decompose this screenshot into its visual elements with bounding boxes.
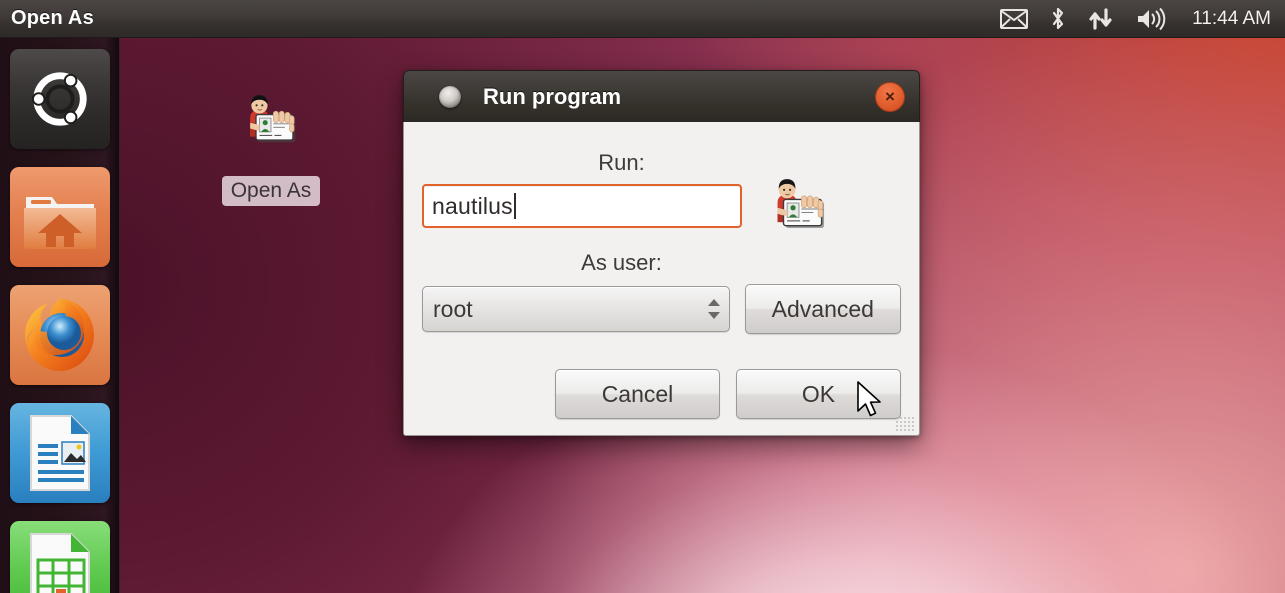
open-as-launcher-icon [777, 179, 825, 229]
mail-icon[interactable] [1000, 8, 1029, 29]
ubuntu-logo-icon [31, 72, 87, 126]
close-icon-glyph: × [885, 87, 895, 106]
libreoffice-writer-icon [29, 415, 90, 491]
dialog-body: Run: nautilus As user: root Advanced Can… [403, 122, 920, 436]
launcher-item-home-folder[interactable] [9, 167, 110, 267]
user-field-label: As user: [581, 250, 662, 275]
user-select-value: root [433, 295, 473, 322]
desktop-icon-label: Open As [221, 176, 321, 207]
launcher-item-dash[interactable] [9, 49, 110, 149]
resize-grip[interactable] [896, 417, 914, 431]
run-field-row: nautilus [422, 179, 901, 234]
launcher-item-firefox[interactable] [9, 285, 110, 385]
launcher-item-libreoffice-writer[interactable] [9, 403, 110, 503]
panel-app-title: Open As [11, 7, 94, 29]
chevron-up-icon[interactable] [707, 299, 720, 306]
top-panel: Open As 11:44 AM [0, 0, 1285, 38]
text-caret [513, 193, 516, 219]
user-field-row: root Advanced [422, 284, 901, 334]
cancel-button[interactable]: Cancel [555, 369, 720, 419]
run-input-value: nautilus [432, 192, 513, 219]
dialog-title: Run program [483, 83, 622, 109]
clock-indicator[interactable]: 11:44 AM [1188, 8, 1271, 30]
desktop-icon-open-as[interactable]: Open As [205, 88, 337, 207]
dialog-titlebar[interactable]: Run program × [403, 70, 920, 122]
dialog-window-icon [439, 85, 461, 108]
advanced-button[interactable]: Advanced [744, 284, 901, 334]
unity-launcher [0, 38, 120, 593]
spinner-arrows[interactable] [707, 299, 720, 319]
desktop-screen: Open As Open As 11:44 AM Run program × R… [0, 0, 1285, 593]
chevron-down-icon[interactable] [707, 312, 720, 319]
indicator-area: 11:44 AM [1000, 6, 1285, 32]
run-program-dialog: Run program × Run: nautilus As user: roo… [403, 70, 920, 436]
close-icon[interactable]: × [875, 81, 905, 112]
libreoffice-calc-icon [29, 533, 90, 593]
network-icon[interactable] [1088, 6, 1114, 32]
firefox-icon [24, 299, 94, 371]
launcher-item-libreoffice-calc[interactable] [9, 521, 110, 593]
ok-button[interactable]: OK [736, 369, 901, 419]
open-as-launcher-icon [250, 94, 296, 143]
bluetooth-icon[interactable] [1050, 6, 1066, 32]
run-input[interactable]: nautilus [422, 184, 742, 228]
home-folder-icon [23, 197, 96, 249]
volume-icon[interactable] [1136, 7, 1166, 31]
dialog-action-row: Cancel OK [555, 369, 901, 419]
user-select[interactable]: root [422, 286, 730, 332]
